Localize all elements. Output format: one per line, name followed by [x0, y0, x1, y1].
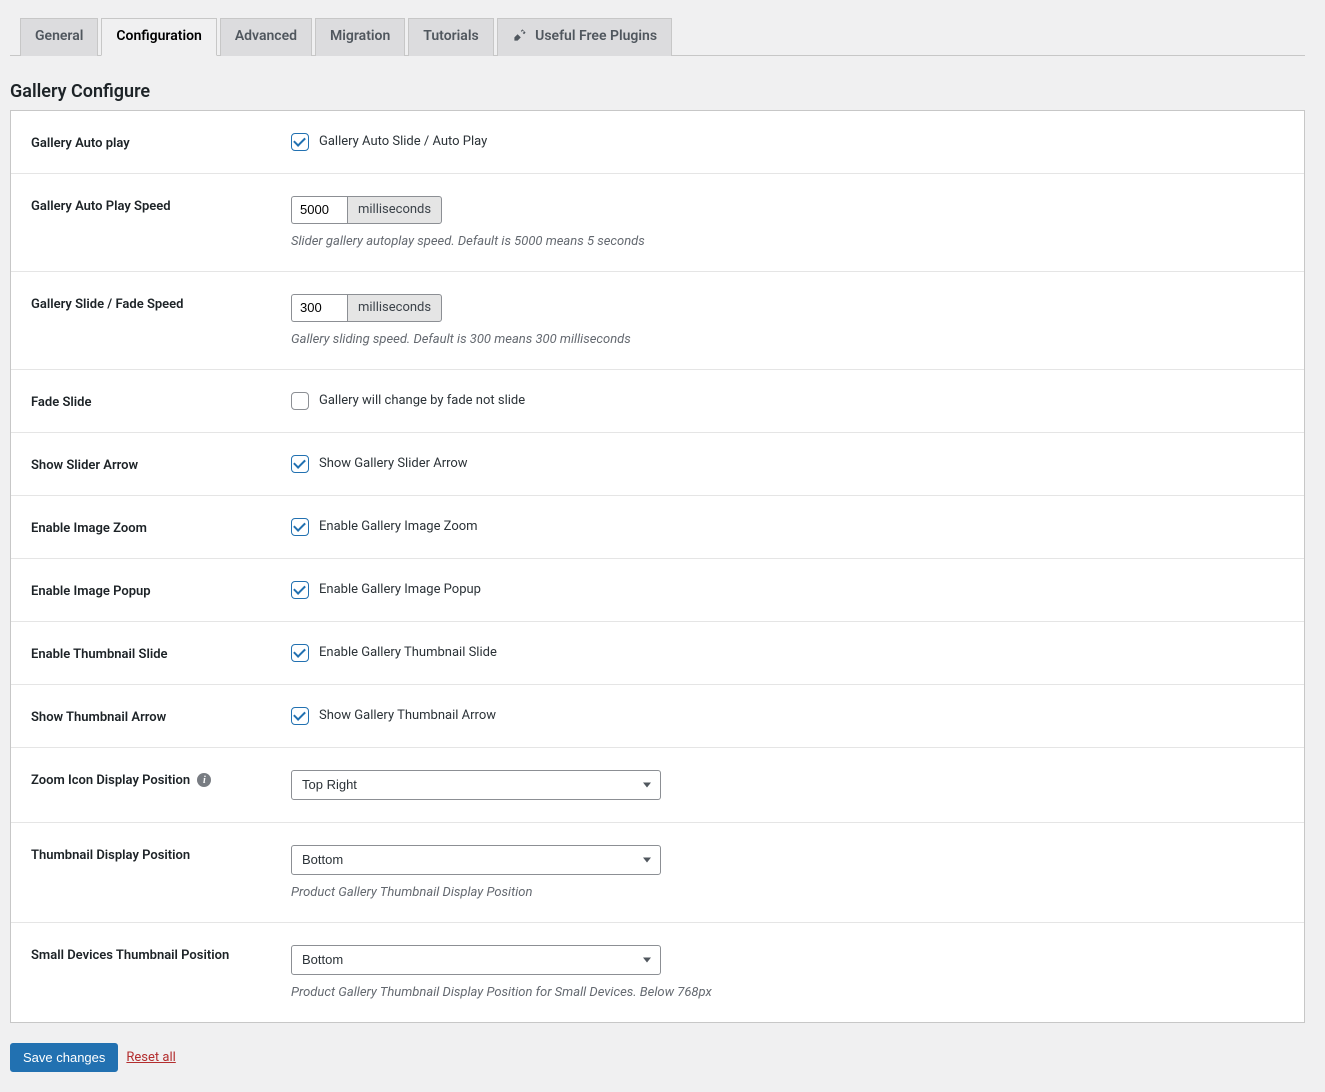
label-image-zoom: Enable Image Zoom	[31, 518, 291, 536]
label-image-popup: Enable Image Popup	[31, 581, 291, 599]
checkbox-label-autoplay: Gallery Auto Slide / Auto Play	[319, 134, 487, 149]
tab-migration[interactable]: Migration	[315, 18, 405, 56]
label-fade-slide: Fade Slide	[31, 392, 291, 410]
checkbox-label-thumb-arrow: Show Gallery Thumbnail Arrow	[319, 708, 496, 723]
section-title: Gallery Configure	[10, 81, 1305, 102]
row-slider-arrow: Show Slider Arrow Show Gallery Slider Ar…	[11, 433, 1304, 496]
tab-configuration[interactable]: Configuration	[101, 18, 216, 56]
desc-autoplay-speed: Slider gallery autoplay speed. Default i…	[291, 234, 1284, 249]
label-autoplay: Gallery Auto play	[31, 133, 291, 151]
input-slide-speed[interactable]	[291, 294, 347, 322]
checkbox-image-popup[interactable]	[291, 581, 309, 599]
row-autoplay-speed: Gallery Auto Play Speed milliseconds Sli…	[11, 174, 1304, 272]
row-image-zoom: Enable Image Zoom Enable Gallery Image Z…	[11, 496, 1304, 559]
tab-tutorials[interactable]: Tutorials	[408, 18, 493, 56]
row-thumb-slide: Enable Thumbnail Slide Enable Gallery Th…	[11, 622, 1304, 685]
row-thumb-arrow: Show Thumbnail Arrow Show Gallery Thumbn…	[11, 685, 1304, 748]
row-thumb-pos: Thumbnail Display Position Bottom Produc…	[11, 823, 1304, 923]
checkbox-slider-arrow[interactable]	[291, 455, 309, 473]
label-slide-speed: Gallery Slide / Fade Speed	[31, 294, 291, 312]
tab-advanced[interactable]: Advanced	[220, 18, 312, 56]
checkbox-image-zoom[interactable]	[291, 518, 309, 536]
row-image-popup: Enable Image Popup Enable Gallery Image …	[11, 559, 1304, 622]
tab-general[interactable]: General	[20, 18, 98, 56]
checkbox-label-image-zoom: Enable Gallery Image Zoom	[319, 519, 478, 534]
checkbox-thumb-slide[interactable]	[291, 644, 309, 662]
label-small-thumb-pos: Small Devices Thumbnail Position	[31, 945, 291, 963]
checkbox-label-image-popup: Enable Gallery Image Popup	[319, 582, 481, 597]
reset-all-link[interactable]: Reset all	[126, 1050, 175, 1065]
input-autoplay-speed[interactable]	[291, 196, 347, 224]
checkbox-label-slider-arrow: Show Gallery Slider Arrow	[319, 456, 468, 471]
checkbox-label-thumb-slide: Enable Gallery Thumbnail Slide	[319, 645, 497, 660]
label-thumb-slide: Enable Thumbnail Slide	[31, 644, 291, 662]
desc-small-thumb-pos: Product Gallery Thumbnail Display Positi…	[291, 985, 1284, 1000]
select-thumb-pos[interactable]: Bottom	[291, 845, 661, 875]
checkbox-thumb-arrow[interactable]	[291, 707, 309, 725]
row-autoplay: Gallery Auto play Gallery Auto Slide / A…	[11, 111, 1304, 174]
select-zoom-icon-pos[interactable]: Top Right	[291, 770, 661, 800]
label-autoplay-speed: Gallery Auto Play Speed	[31, 196, 291, 214]
footer-actions: Save changes Reset all	[10, 1043, 1305, 1072]
select-small-thumb-pos[interactable]: Bottom	[291, 945, 661, 975]
row-slide-speed: Gallery Slide / Fade Speed milliseconds …	[11, 272, 1304, 370]
label-zoom-icon-pos-text: Zoom Icon Display Position	[31, 773, 190, 788]
tab-useful-free-plugins-label: Useful Free Plugins	[535, 28, 657, 44]
addon-autoplay-speed-unit: milliseconds	[347, 196, 442, 224]
save-button[interactable]: Save changes	[10, 1043, 118, 1072]
desc-thumb-pos: Product Gallery Thumbnail Display Positi…	[291, 885, 1284, 900]
gallery-configure-panel: Gallery Auto play Gallery Auto Slide / A…	[10, 110, 1305, 1023]
row-fade-slide: Fade Slide Gallery will change by fade n…	[11, 370, 1304, 433]
tab-useful-free-plugins[interactable]: Useful Free Plugins	[497, 18, 672, 56]
label-thumb-pos: Thumbnail Display Position	[31, 845, 291, 863]
label-slider-arrow: Show Slider Arrow	[31, 455, 291, 473]
checkbox-autoplay[interactable]	[291, 133, 309, 151]
plug-icon	[512, 27, 528, 43]
label-thumb-arrow: Show Thumbnail Arrow	[31, 707, 291, 725]
settings-tabs: General Configuration Advanced Migration…	[10, 10, 1305, 56]
desc-slide-speed: Gallery sliding speed. Default is 300 me…	[291, 332, 1284, 347]
info-icon[interactable]: i	[197, 773, 211, 787]
addon-slide-speed-unit: milliseconds	[347, 294, 442, 322]
row-small-thumb-pos: Small Devices Thumbnail Position Bottom …	[11, 923, 1304, 1022]
row-zoom-icon-pos: Zoom Icon Display Position i Top Right	[11, 748, 1304, 823]
checkbox-fade-slide[interactable]	[291, 392, 309, 410]
label-zoom-icon-pos: Zoom Icon Display Position i	[31, 770, 291, 788]
checkbox-label-fade-slide: Gallery will change by fade not slide	[319, 393, 525, 408]
